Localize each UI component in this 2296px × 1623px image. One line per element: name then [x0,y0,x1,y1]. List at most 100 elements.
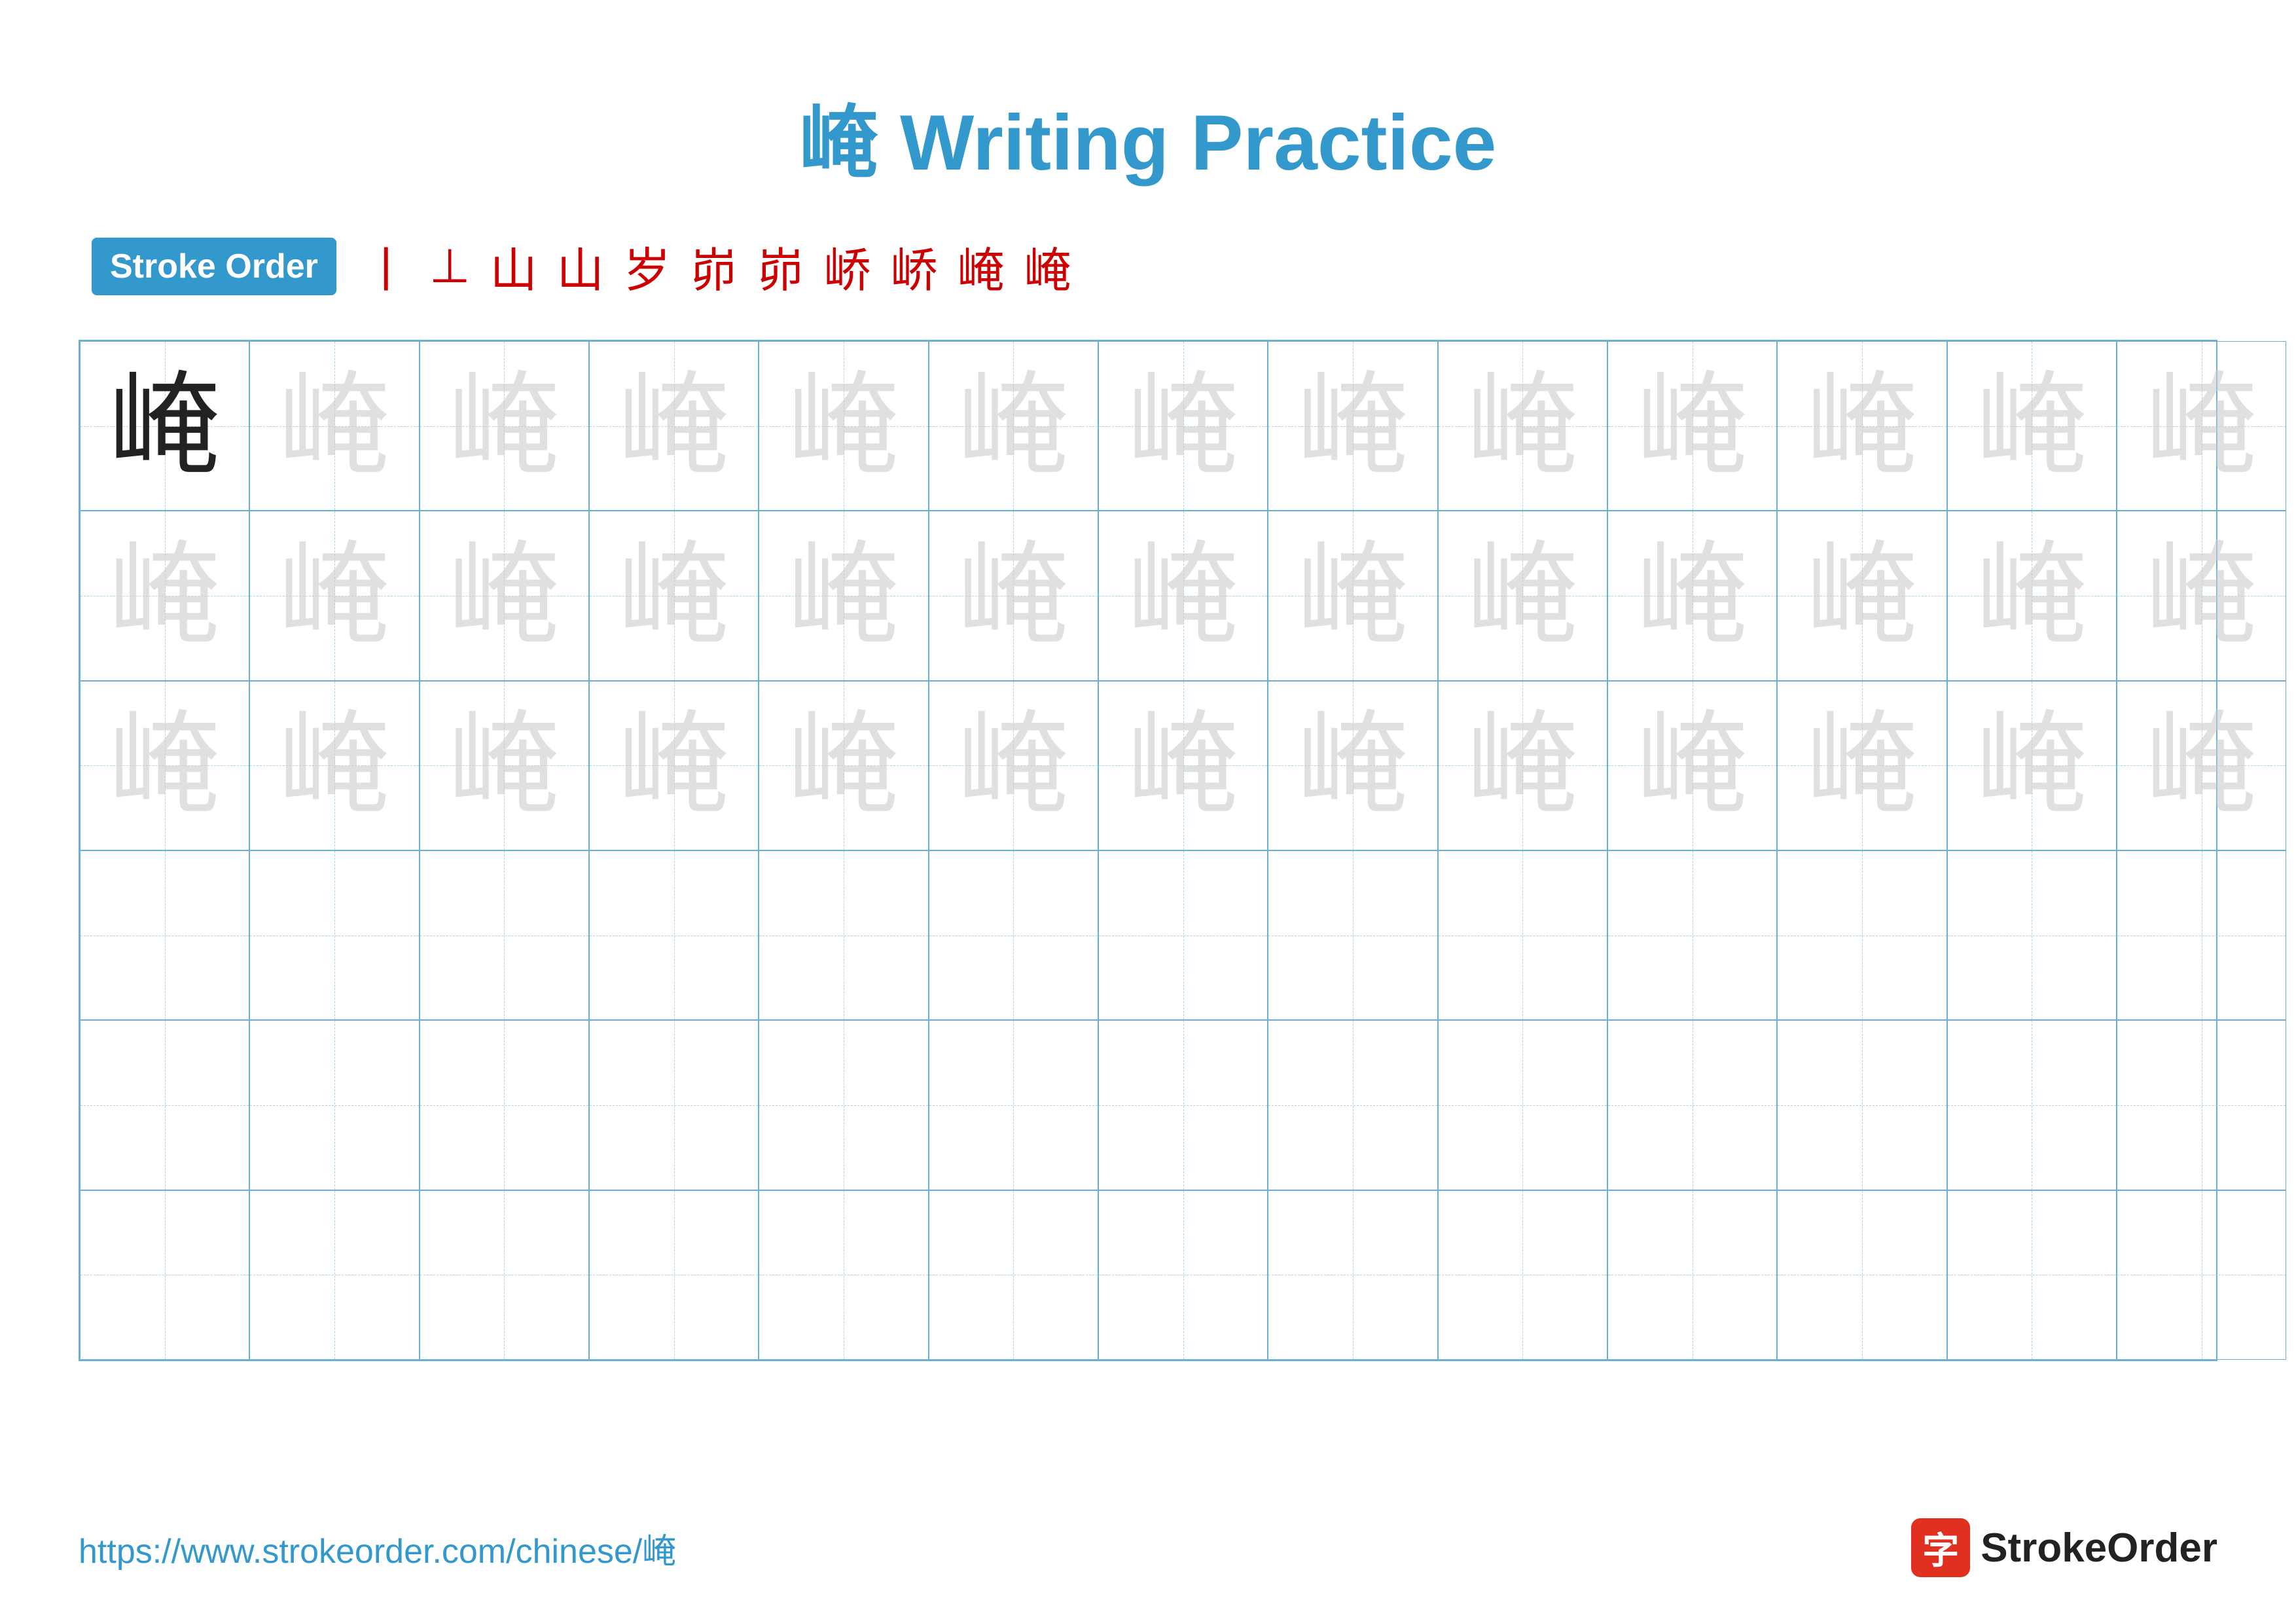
char-faded: 崦 [1128,540,1239,651]
grid-cell[interactable] [1438,1190,1607,1360]
grid-cell[interactable]: 崦 [1098,681,1268,850]
grid-cell[interactable] [589,850,759,1020]
stroke-11: 崦 [1024,232,1071,301]
grid-cell[interactable] [929,1190,1098,1360]
grid-cell[interactable] [1438,850,1607,1020]
char-faded: 崦 [788,710,899,821]
grid-cell[interactable]: 崦 [1947,341,2117,511]
stroke-6: 峁 [691,232,738,301]
grid-cell[interactable]: 崦 [1098,511,1268,680]
footer-logo: 字 StrokeOrder [1911,1518,2217,1577]
grid-cell[interactable] [420,850,589,1020]
grid-cell[interactable]: 崦 [1607,341,1777,511]
grid-cell[interactable]: 崦 [2117,511,2286,680]
grid-cell[interactable] [1098,850,1268,1020]
grid-cell[interactable]: 崦 [929,341,1098,511]
grid-cell[interactable]: 崦 [1438,681,1607,850]
logo-icon: 字 [1911,1518,1970,1577]
char-faded: 崦 [1806,540,1918,651]
grid-cell[interactable]: 崦 [249,681,419,850]
grid-cell[interactable] [929,1020,1098,1190]
grid-cell[interactable] [1777,1020,1946,1190]
char-faded: 崦 [1637,540,1748,651]
grid-cell[interactable] [2117,1020,2286,1190]
grid-cell[interactable] [1607,1190,1777,1360]
practice-grid: 崦崦崦崦崦崦崦崦崦崦崦崦崦崦崦崦崦崦崦崦崦崦崦崦崦崦崦崦崦崦崦崦崦崦崦崦崦崦崦 [79,340,2217,1361]
grid-cell[interactable]: 崦 [420,681,589,850]
grid-cell[interactable]: 崦 [1438,341,1607,511]
grid-cell[interactable]: 崦 [929,681,1098,850]
grid-cell[interactable] [80,1020,249,1190]
grid-cell[interactable]: 崦 [1268,681,1437,850]
grid-cell[interactable]: 崦 [1268,341,1437,511]
grid-cell[interactable]: 崦 [1268,511,1437,680]
grid-cell[interactable] [1098,1020,1268,1190]
stroke-9: 峤 [891,232,938,301]
char-faded: 崦 [958,371,1069,482]
grid-cell[interactable] [589,1190,759,1360]
grid-cell[interactable] [759,1020,928,1190]
grid-cell[interactable] [249,1190,419,1360]
grid-cell[interactable]: 崦 [2117,341,2286,511]
page-title: 崦 Writing Practice [800,99,1497,187]
grid-cell[interactable] [759,850,928,1020]
char-faded: 崦 [958,540,1069,651]
grid-cell[interactable]: 崦 [2117,681,2286,850]
char-faded: 崦 [279,540,390,651]
grid-cell[interactable]: 崦 [759,341,928,511]
grid-cell[interactable]: 崦 [80,681,249,850]
grid-cell[interactable]: 崦 [1777,511,1946,680]
grid-cell[interactable]: 崦 [1947,681,2117,850]
grid-cell[interactable] [1607,1020,1777,1190]
grid-cell[interactable] [1098,1190,1268,1360]
grid-cell[interactable] [2117,1190,2286,1360]
char-solid: 崦 [109,371,221,482]
grid-cell[interactable] [759,1190,928,1360]
grid-cell[interactable] [1777,850,1946,1020]
grid-cell[interactable]: 崦 [929,511,1098,680]
grid-cell[interactable]: 崦 [759,511,928,680]
grid-cell[interactable]: 崦 [1777,341,1946,511]
char-faded: 崦 [1297,371,1408,482]
grid-cell[interactable] [1777,1190,1946,1360]
grid-cell[interactable] [1947,850,2117,1020]
grid-cell[interactable] [1607,850,1777,1020]
char-faded: 崦 [1806,371,1918,482]
grid-cell[interactable]: 崦 [249,341,419,511]
char-faded: 崦 [2146,710,2257,821]
grid-cell[interactable]: 崦 [589,681,759,850]
grid-cell[interactable] [1947,1020,2117,1190]
footer: https://www.strokeorder.com/chinese/崦 字 … [79,1518,2217,1577]
grid-cell[interactable] [929,850,1098,1020]
grid-cell[interactable]: 崦 [1947,511,2117,680]
grid-cell[interactable] [2117,850,2286,1020]
grid-cell[interactable]: 崦 [420,341,589,511]
grid-cell[interactable]: 崦 [249,511,419,680]
grid-cell[interactable]: 崦 [420,511,589,680]
grid-cell[interactable] [1268,850,1437,1020]
footer-url[interactable]: https://www.strokeorder.com/chinese/崦 [79,1523,676,1573]
grid-cell[interactable]: 崦 [589,511,759,680]
grid-cell[interactable]: 崦 [1607,511,1777,680]
grid-cell[interactable]: 崦 [1777,681,1946,850]
grid-cell[interactable] [80,1190,249,1360]
grid-cell[interactable] [1268,1190,1437,1360]
grid-cell[interactable]: 崦 [759,681,928,850]
grid-cell[interactable]: 崦 [80,341,249,511]
grid-cell[interactable]: 崦 [80,511,249,680]
stroke-5: 岁 [624,232,671,301]
grid-cell[interactable]: 崦 [589,341,759,511]
grid-cell[interactable] [1947,1190,2117,1360]
grid-cell[interactable] [420,1190,589,1360]
grid-cell[interactable]: 崦 [1438,511,1607,680]
grid-cell[interactable] [249,1020,419,1190]
grid-cell[interactable] [249,850,419,1020]
grid-cell[interactable] [589,1020,759,1190]
grid-cell[interactable] [1268,1020,1437,1190]
grid-cell[interactable] [80,850,249,1020]
grid-cell[interactable]: 崦 [1098,341,1268,511]
stroke-8: 峤 [824,232,871,301]
grid-cell[interactable] [420,1020,589,1190]
grid-cell[interactable]: 崦 [1607,681,1777,850]
grid-cell[interactable] [1438,1020,1607,1190]
